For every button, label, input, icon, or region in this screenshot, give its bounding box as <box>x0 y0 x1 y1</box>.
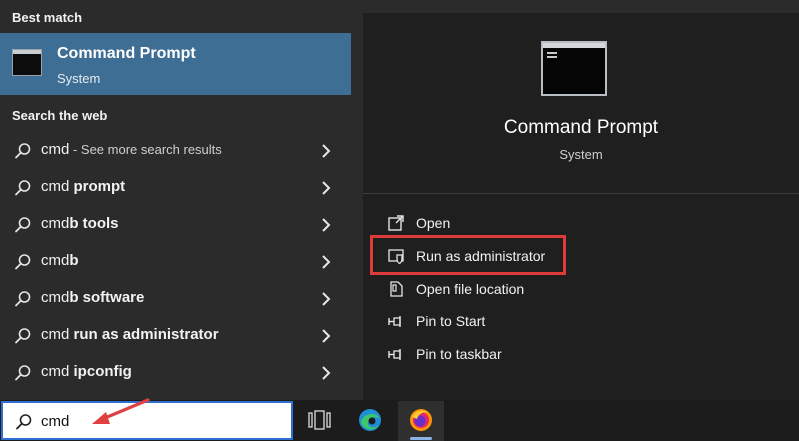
best-match-title: Command Prompt <box>57 45 196 62</box>
search-results-panel: Best match Command Prompt System Search … <box>0 0 351 400</box>
preview-title: Command Prompt <box>503 117 659 138</box>
pin-icon <box>388 316 401 327</box>
search-icon <box>15 217 31 233</box>
search-icon <box>16 414 32 430</box>
preview-subtitle: System <box>559 147 603 162</box>
open-icon <box>388 215 404 231</box>
action-label: Open file location <box>416 281 525 297</box>
action-pin-to-start[interactable]: Pin to Start <box>363 306 799 336</box>
web-result-label: cmdb software <box>41 289 145 306</box>
pin-icon <box>388 349 401 360</box>
search-web-heading: Search the web <box>12 108 108 123</box>
chevron-right-icon <box>322 366 331 380</box>
best-match-command-prompt[interactable]: Command Prompt System <box>0 33 351 95</box>
search-icon <box>15 328 31 344</box>
firefox-icon[interactable] <box>408 407 434 433</box>
web-result-item[interactable]: cmd ipconfig <box>0 354 351 391</box>
search-icon <box>15 143 31 159</box>
task-view-icon[interactable] <box>306 407 332 433</box>
web-result-label: cmd run as administrator <box>41 326 219 343</box>
edge-icon[interactable] <box>357 407 383 433</box>
chevron-right-icon <box>322 144 331 158</box>
action-label: Pin to Start <box>416 313 486 329</box>
web-result-label: cmd ipconfig <box>41 363 132 380</box>
search-icon <box>15 365 31 381</box>
web-result-item[interactable]: cmd run as administrator <box>0 317 351 354</box>
active-app-indicator <box>410 437 432 440</box>
web-result-item[interactable]: cmd prompt <box>0 169 351 206</box>
search-icon <box>15 291 31 307</box>
web-result-item[interactable]: cmdb <box>0 243 351 280</box>
file-location-icon <box>390 281 403 297</box>
web-result-item[interactable]: cmdb tools <box>0 206 351 243</box>
panel-gap <box>351 0 363 400</box>
chevron-right-icon <box>322 218 331 232</box>
web-result-label: cmdb <box>41 252 79 269</box>
web-result-label: cmd prompt <box>41 178 126 195</box>
best-match-subtitle: System <box>57 71 101 86</box>
preview-divider <box>363 193 799 194</box>
web-result-item[interactable]: cmdb software <box>0 280 351 317</box>
web-result-label: cmdb tools <box>41 215 119 232</box>
red-arrow-annotation <box>92 398 150 424</box>
chevron-right-icon <box>322 255 331 269</box>
run-as-admin-highlight <box>370 235 566 275</box>
command-prompt-large-icon <box>541 41 607 96</box>
chevron-right-icon <box>322 181 331 195</box>
command-prompt-icon <box>12 49 42 76</box>
action-label: Pin to taskbar <box>416 346 502 362</box>
action-label: Open <box>416 215 451 231</box>
search-icon <box>15 254 31 270</box>
preview-panel: Command Prompt System Open Run as adminis… <box>363 13 799 400</box>
action-pin-to-taskbar[interactable]: Pin to taskbar <box>363 339 799 369</box>
web-result-label: cmd - See more search results <box>41 141 222 158</box>
best-match-heading: Best match <box>12 10 83 25</box>
chevron-right-icon <box>322 329 331 343</box>
action-open[interactable]: Open <box>363 208 799 238</box>
chevron-right-icon <box>322 292 331 306</box>
search-icon <box>15 180 31 196</box>
action-open-file-location[interactable]: Open file location <box>363 274 799 304</box>
web-result-item[interactable]: cmd - See more search results <box>0 132 351 169</box>
